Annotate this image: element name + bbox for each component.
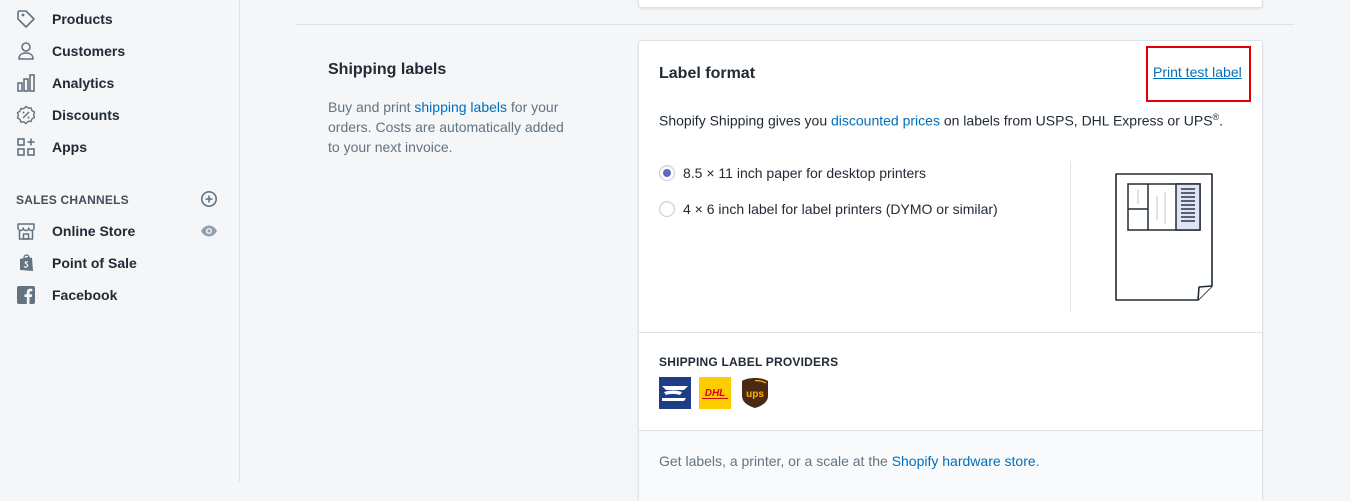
card-intro: Shopify Shipping gives you discounted pr… [659, 112, 1223, 129]
sidebar-item-label: Apps [52, 139, 87, 155]
sidebar-item-label: Discounts [52, 107, 120, 123]
footer-text-end: . [1035, 453, 1040, 469]
sidebar-item-label: Customers [52, 43, 126, 59]
add-sales-channel-button[interactable] [200, 190, 218, 208]
section-divider [296, 24, 1294, 25]
intro-text-end: on labels from USPS, DHL Express or UPS [939, 112, 1213, 129]
provider-logos: DHL ups [659, 377, 771, 409]
sales-channels-heading: SALES CHANNELS [16, 193, 129, 207]
discounted-prices-link[interactable]: discounted prices [831, 113, 940, 129]
radio-button[interactable] [659, 201, 675, 217]
label-format-option-desktop[interactable]: 8.5 × 11 inch paper for desktop printers [659, 163, 926, 183]
shopify-hardware-store-link[interactable]: Shopify hardware store [892, 453, 1036, 469]
svg-text:ups: ups [746, 389, 764, 400]
discount-icon [15, 104, 37, 126]
sidebar-item-point-of-sale[interactable]: Point of Sale [0, 247, 239, 279]
sidebar-item-label: Analytics [52, 75, 115, 91]
footer-text: Get labels, a printer, or a scale at the… [659, 453, 1040, 469]
sidebar-item-customers[interactable]: Customers [0, 35, 239, 67]
sidebar: Products Customers Analytics Discounts A… [0, 0, 240, 482]
svg-text:DHL: DHL [705, 388, 726, 399]
sidebar-item-apps[interactable]: Apps [0, 131, 239, 163]
dhl-logo-icon: DHL [699, 377, 731, 409]
radio-button-selected[interactable] [659, 165, 675, 181]
shipping-labels-link[interactable]: shipping labels [414, 99, 507, 115]
sidebar-item-analytics[interactable]: Analytics [0, 67, 239, 99]
vertical-divider [1070, 161, 1071, 312]
ups-logo-icon: ups [742, 378, 768, 408]
person-icon [15, 40, 37, 62]
label-format-card: Label format Print test label Shopify Sh… [638, 40, 1263, 501]
label-format-option-label-printer[interactable]: 4 × 6 inch label for label printers (DYM… [659, 199, 998, 219]
shopify-bag-icon [15, 252, 37, 274]
intro-period: . [1219, 112, 1224, 129]
eye-icon [201, 225, 217, 237]
section-title: Shipping labels [328, 61, 447, 78]
bar-chart-icon [15, 72, 37, 94]
card-title: Label format [659, 65, 756, 82]
sidebar-item-label: Point of Sale [52, 255, 137, 271]
providers-heading: SHIPPING LABEL PROVIDERS [659, 355, 839, 369]
facebook-icon [15, 284, 37, 306]
option-label: 8.5 × 11 inch paper for desktop printers [683, 165, 926, 181]
store-icon [15, 220, 37, 242]
print-test-label-link[interactable]: Print test label [1153, 64, 1242, 80]
sidebar-item-label: Products [52, 11, 113, 27]
horizontal-divider [639, 332, 1262, 333]
sidebar-item-products[interactable]: Products [0, 3, 239, 35]
section-description-text: Buy and print [328, 99, 415, 115]
intro-text: Shopify Shipping gives you [659, 112, 831, 129]
apps-icon [15, 136, 37, 158]
footer-text-start: Get labels, a printer, or a scale at the [659, 453, 892, 469]
plus-circle-icon [201, 191, 217, 207]
view-online-store-button[interactable] [199, 223, 219, 239]
sidebar-item-label: Online Store [52, 223, 136, 239]
card-footer: Get labels, a printer, or a scale at the… [639, 430, 1262, 501]
sidebar-item-discounts[interactable]: Discounts [0, 99, 239, 131]
option-label: 4 × 6 inch label for label printers (DYM… [683, 201, 998, 217]
sidebar-item-facebook[interactable]: Facebook [0, 279, 239, 311]
sidebar-item-label: Facebook [52, 287, 118, 303]
previous-settings-card [638, 0, 1263, 8]
tag-icon [15, 8, 37, 30]
horizontal-divider [639, 430, 1262, 431]
section-description: Buy and print shipping labels for your o… [328, 97, 578, 157]
label-paper-illustration [1115, 173, 1213, 301]
usps-logo-icon [659, 377, 691, 409]
